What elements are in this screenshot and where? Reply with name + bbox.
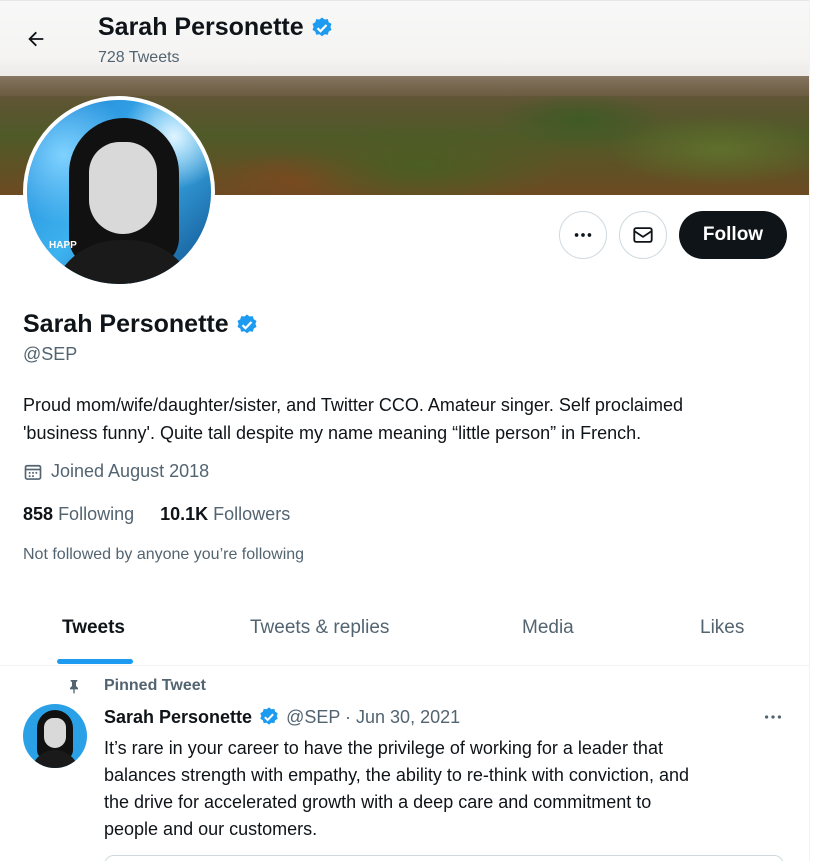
profile-avatar[interactable]: HAPP (23, 96, 215, 288)
profile-header: Sarah Personette 728 Tweets (0, 0, 809, 76)
followers-link[interactable]: 10.1K Followers (160, 504, 290, 525)
back-arrow-icon (28, 31, 44, 47)
avatar-face (44, 718, 66, 748)
tweet-meta[interactable]: @SEP · Jun 30, 2021 (286, 707, 460, 728)
tweet-author[interactable]: Sarah Personette (104, 707, 252, 728)
tweet-header: Sarah Personette @SEP · Jun 30, 2021 (104, 706, 460, 728)
verified-badge-icon (237, 314, 257, 333)
following-count: 858 (23, 504, 54, 524)
message-button[interactable] (619, 211, 667, 259)
following-link[interactable]: 858 Following (23, 504, 134, 525)
tweet-media-card[interactable] (104, 855, 784, 861)
profile-name: Sarah Personette (23, 310, 259, 339)
pin-icon (70, 680, 78, 694)
profile-name-text: Sarah Personette (23, 310, 229, 338)
avatar-face (89, 142, 157, 234)
tweet-more-button[interactable] (762, 706, 784, 733)
bio-line: 'business funny'. Quite tall despite my … (23, 423, 642, 443)
more-icon (764, 715, 782, 719)
calendar-icon (24, 464, 42, 480)
pinned-text: Pinned Tweet (104, 677, 206, 694)
header-title: Sarah Personette (98, 13, 334, 42)
bio-line: Proud mom/wife/daughter/sister, and Twit… (23, 395, 683, 415)
follow-stats: 858 Following 10.1K Followers (23, 504, 290, 525)
tweet-text: It’s rare in your career to have the pri… (104, 735, 804, 843)
tweet-avatar[interactable] (23, 704, 87, 768)
joined-date: Joined August 2018 (23, 461, 209, 482)
mail-icon (633, 227, 653, 243)
tweet-line: the drive for accelerated growth with a … (104, 792, 652, 812)
more-icon (574, 233, 592, 237)
avatar-shirt-text: HAPP (49, 240, 77, 251)
back-button[interactable] (18, 21, 54, 57)
active-tab-indicator (57, 659, 133, 664)
tab-media[interactable]: Media (522, 617, 574, 639)
followers-count: 10.1K (160, 504, 209, 524)
header-tweet-count: 728 Tweets (98, 49, 180, 66)
verified-badge-icon (312, 17, 332, 36)
tweet-line: balances strength with empathy, the abil… (104, 765, 689, 785)
profile-tabs: Tweets Tweets & replies Media Likes (0, 597, 809, 666)
profile-actions: Follow (559, 211, 787, 259)
tab-tweets[interactable]: Tweets (62, 617, 125, 639)
verified-badge-icon (260, 707, 278, 725)
profile-handle: @SEP (23, 344, 78, 364)
following-label: Following (58, 504, 135, 524)
pinned-label: Pinned Tweet (66, 677, 206, 695)
tab-tweets-replies[interactable]: Tweets & replies (250, 617, 389, 639)
header-name-text: Sarah Personette (98, 13, 304, 41)
tweet-line: people and our customers. (104, 819, 318, 839)
tweet-line: It’s rare in your career to have the pri… (104, 738, 663, 758)
more-button[interactable] (559, 211, 607, 259)
joined-text: Joined August 2018 (51, 461, 210, 481)
not-followed-notice: Not followed by anyone you’re following (23, 546, 305, 563)
follow-button[interactable]: Follow (679, 211, 787, 259)
profile-bio: Proud mom/wife/daughter/sister, and Twit… (23, 391, 803, 447)
tab-likes[interactable]: Likes (700, 617, 744, 639)
followers-label: Followers (213, 504, 291, 524)
column-border (809, 0, 810, 861)
